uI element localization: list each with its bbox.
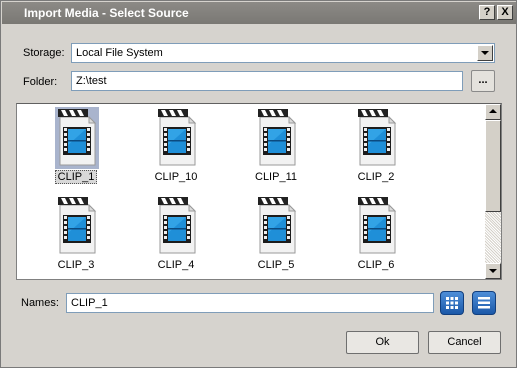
names-value: CLIP_1 xyxy=(71,297,108,309)
file-name: CLIP_5 xyxy=(257,259,295,271)
help-button[interactable]: ? xyxy=(479,5,495,20)
file-name: CLIP_4 xyxy=(157,259,195,271)
file-grid[interactable]: CLIP_1 CLIP_10 CLIP_11 CLIP_2 CLIP_3 CLIP_4 CL… xyxy=(16,103,502,280)
title-bar[interactable]: Import Media - Select Source ? X xyxy=(2,2,516,24)
close-button[interactable]: X xyxy=(497,5,513,20)
file-name: CLIP_11 xyxy=(255,171,297,183)
file-item[interactable]: CLIP_2 xyxy=(331,107,421,192)
file-item[interactable]: CLIP_1 xyxy=(31,107,121,192)
file-item[interactable]: CLIP_11 xyxy=(231,107,321,192)
grid-view-button[interactable] xyxy=(440,291,464,315)
file-name: CLIP_10 xyxy=(154,171,198,183)
folder-input[interactable]: Z:\test xyxy=(71,71,463,91)
scroll-down-button[interactable] xyxy=(485,263,501,279)
cancel-button[interactable]: Cancel xyxy=(428,331,501,354)
file-name: CLIP_3 xyxy=(57,259,95,271)
import-media-dialog: Import Media - Select Source ? X Storage… xyxy=(0,0,517,368)
file-name: CLIP_1 xyxy=(31,170,121,184)
chevron-down-icon[interactable] xyxy=(477,45,493,61)
list-view-button[interactable] xyxy=(472,291,496,315)
scroll-track[interactable] xyxy=(485,212,501,263)
browse-button[interactable]: ... xyxy=(471,70,495,92)
file-item[interactable]: CLIP_10 xyxy=(131,107,221,192)
dialog-title: Import Media - Select Source xyxy=(24,6,189,20)
vertical-scrollbar[interactable] xyxy=(485,104,501,279)
scroll-up-button[interactable] xyxy=(485,104,501,120)
grid-view-icon xyxy=(446,297,458,309)
scroll-thumb[interactable] xyxy=(485,120,501,212)
file-item[interactable]: CLIP_4 xyxy=(131,195,221,280)
storage-value: Local File System xyxy=(76,47,163,59)
folder-label: Folder: xyxy=(23,76,58,88)
names-input[interactable]: CLIP_1 xyxy=(66,293,434,313)
names-label: Names: xyxy=(21,297,59,309)
folder-value: Z:\test xyxy=(76,75,107,87)
storage-label: Storage: xyxy=(23,47,65,59)
file-name: CLIP_6 xyxy=(357,259,395,271)
file-item[interactable]: CLIP_5 xyxy=(231,195,321,280)
list-view-icon xyxy=(478,297,490,309)
file-name: CLIP_2 xyxy=(357,171,395,183)
file-item[interactable]: CLIP_6 xyxy=(331,195,421,280)
storage-dropdown[interactable]: Local File System xyxy=(71,43,495,63)
file-item[interactable]: CLIP_3 xyxy=(31,195,121,280)
ok-button[interactable]: Ok xyxy=(346,331,419,354)
